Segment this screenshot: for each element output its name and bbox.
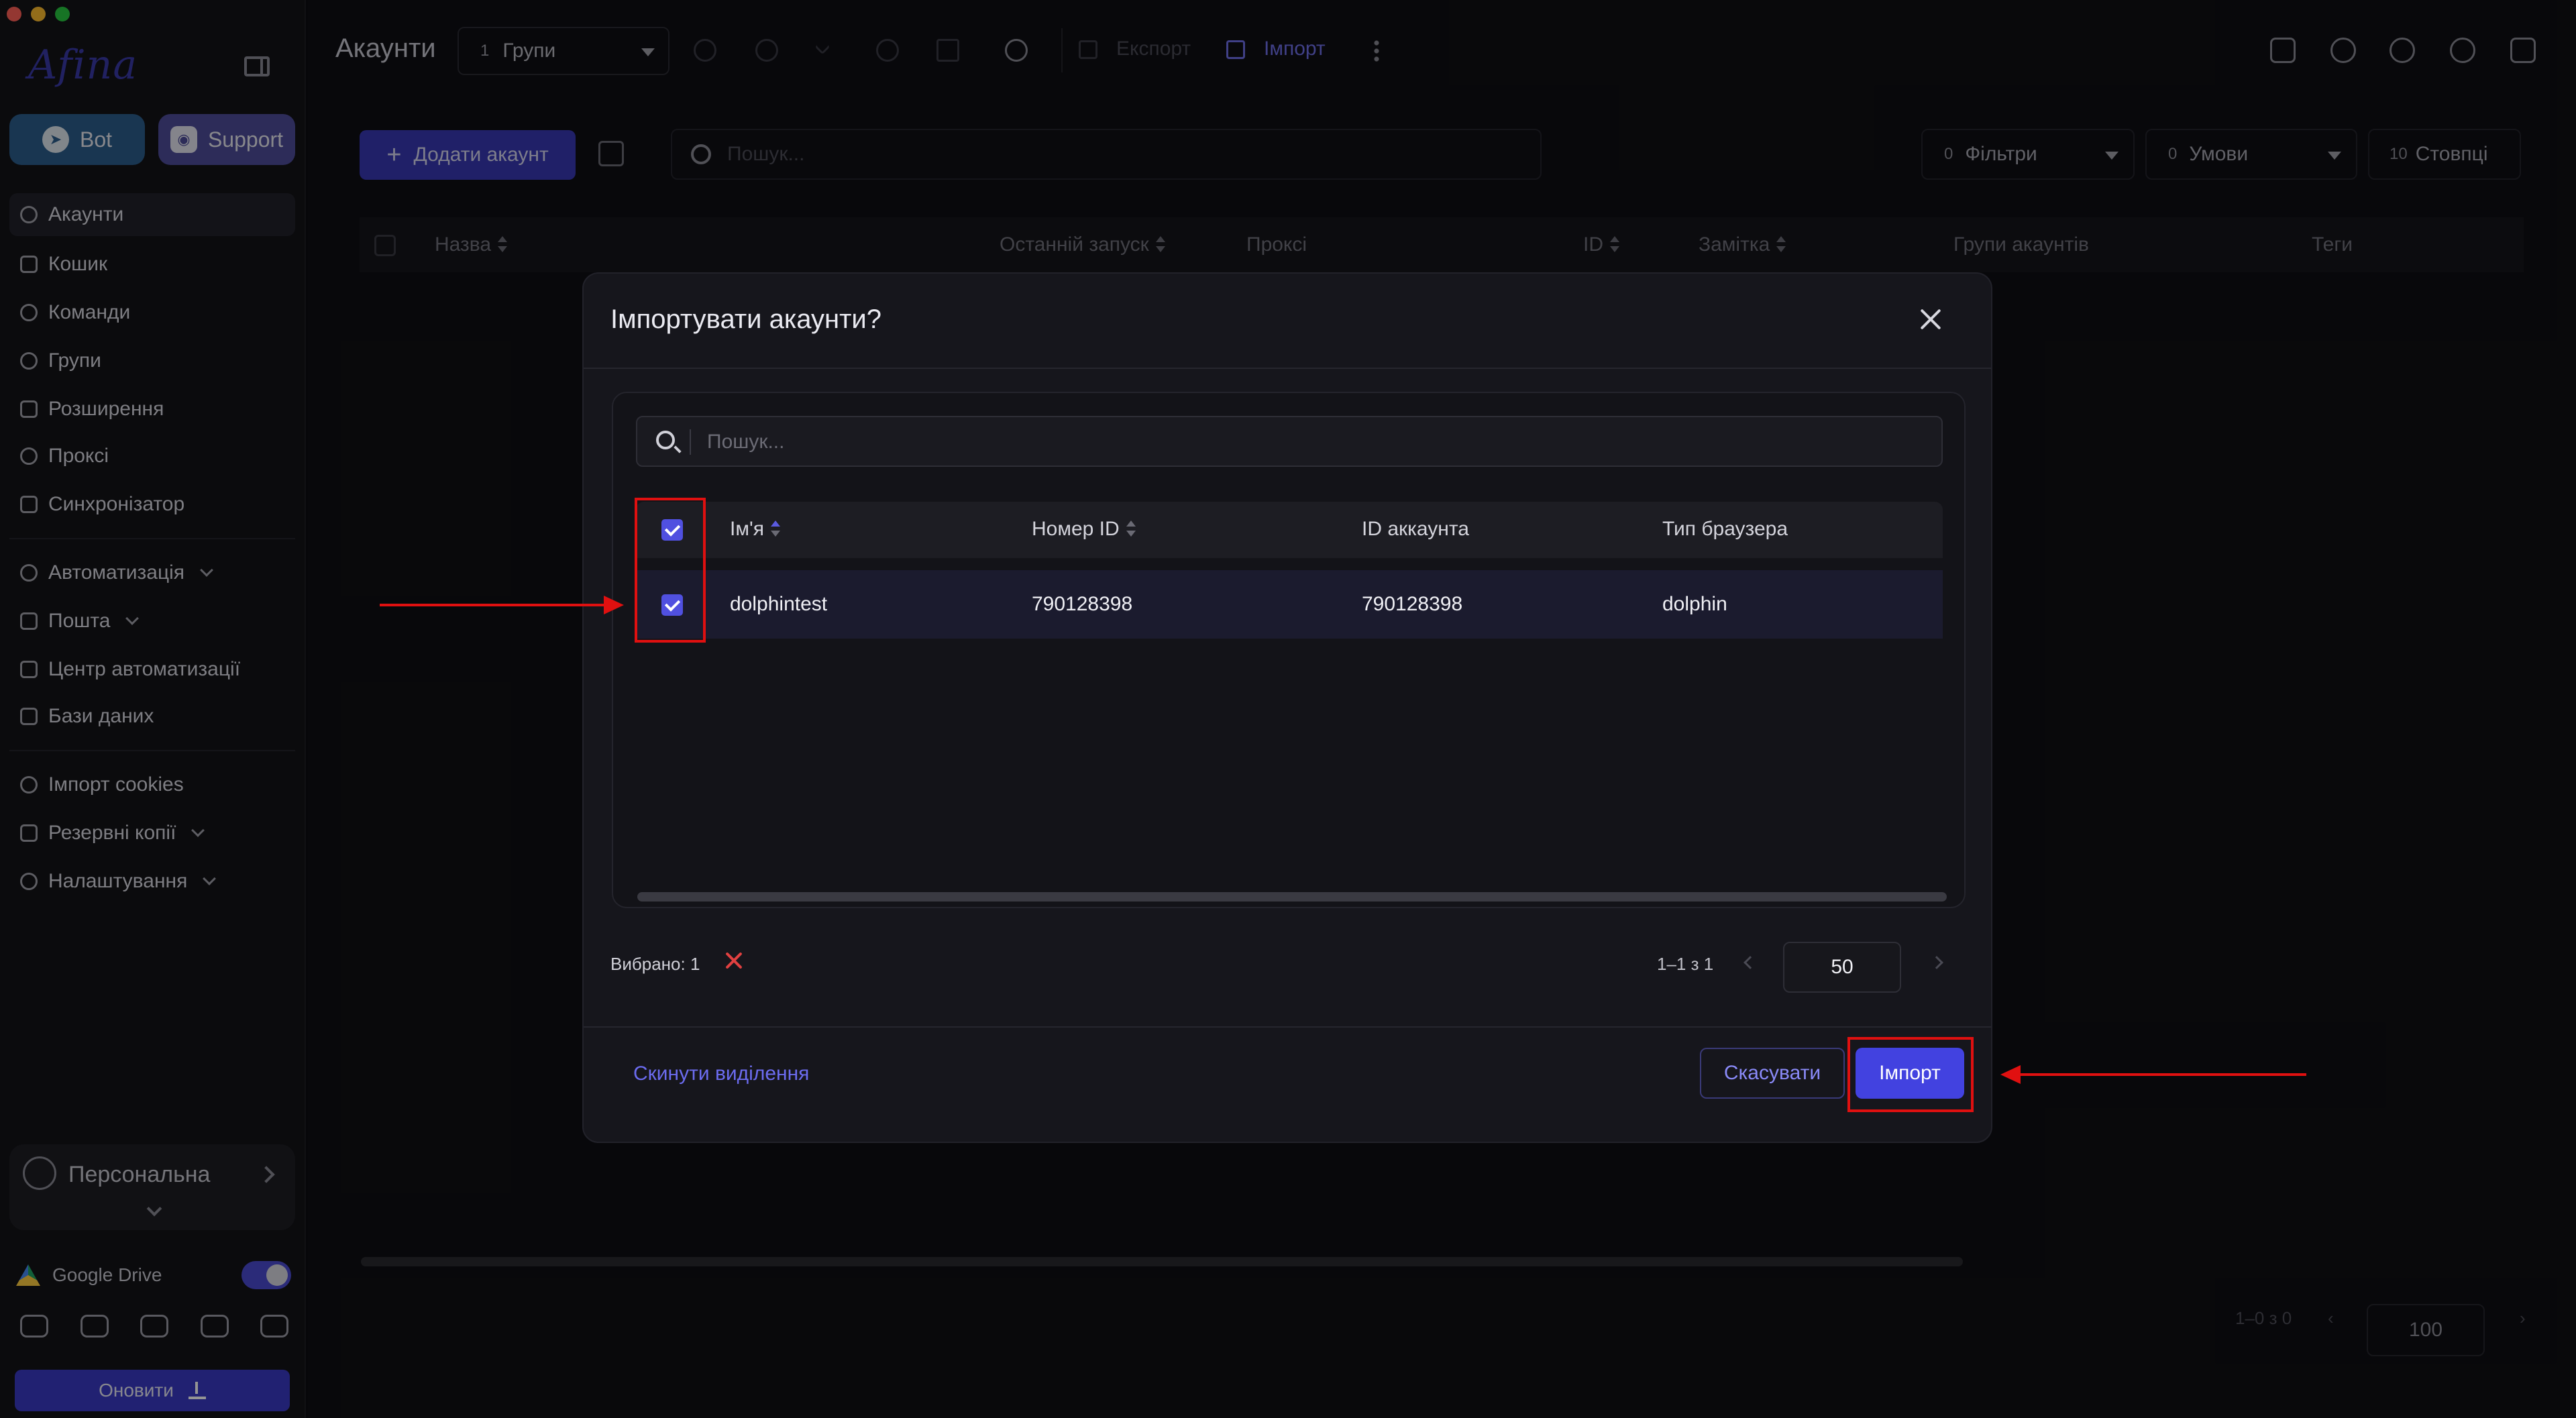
import-accounts-dialog: Імпортувати акаунти? Ім'я Номер ID ID ак…: [582, 272, 1992, 1143]
prev-page-icon[interactable]: [1743, 956, 1757, 969]
column-number-id[interactable]: Номер ID: [1032, 518, 1136, 541]
import-search: [636, 416, 1943, 467]
row-account-id: 790128398: [1362, 593, 1463, 615]
column-label: Ім'я: [730, 518, 764, 540]
close-icon[interactable]: [1919, 307, 1943, 331]
page-size-input[interactable]: 50: [1783, 942, 1901, 993]
column-label: Номер ID: [1032, 518, 1120, 540]
search-icon: [656, 431, 675, 449]
pager-range: 1–1 з 1: [1657, 954, 1714, 974]
sort-icon: [770, 521, 780, 537]
dialog-title: Імпортувати акаунти?: [610, 305, 882, 334]
column-account-id[interactable]: ID аккаунта: [1362, 518, 1469, 541]
arrow-right-annotation: [380, 596, 624, 614]
sort-icon: [1126, 521, 1136, 537]
search-divider: [690, 429, 691, 455]
dialog-divider: [584, 368, 1991, 369]
table-row[interactable]: dolphintest 790128398 790128398 dolphin: [636, 570, 1943, 639]
clear-selection-icon[interactable]: [723, 950, 745, 971]
cancel-button[interactable]: Скасувати: [1700, 1048, 1845, 1099]
column-name[interactable]: Ім'я: [730, 518, 780, 541]
import-table-header: Ім'я Номер ID ID аккаунта Тип браузера: [636, 502, 1943, 558]
reset-selection-link[interactable]: Скинути виділення: [633, 1062, 809, 1085]
arrow-left-annotation: [2000, 1065, 2306, 1084]
column-browser-type[interactable]: Тип браузера: [1662, 518, 1788, 541]
selected-count: Вибрано: 1: [610, 954, 700, 974]
import-table-scrollbar[interactable]: [637, 892, 1947, 902]
import-highlight-box: [1847, 1037, 1974, 1112]
dialog-divider: [584, 1026, 1991, 1028]
next-page-icon[interactable]: [1930, 956, 1943, 969]
row-number-id: 790128398: [1032, 593, 1133, 615]
import-search-input[interactable]: [707, 428, 1915, 456]
row-browser-type: dolphin: [1662, 593, 1727, 615]
import-table-panel: Ім'я Номер ID ID аккаунта Тип браузера d…: [612, 392, 1966, 908]
row-name: dolphintest: [730, 593, 828, 615]
checkbox-highlight-box: [635, 498, 706, 643]
